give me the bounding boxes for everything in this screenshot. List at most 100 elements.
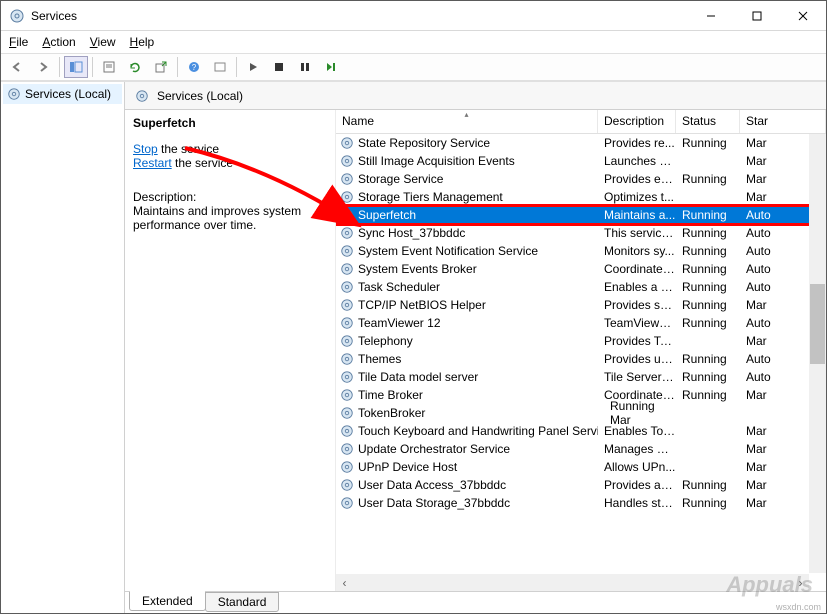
service-status: Running: [676, 226, 740, 240]
back-button[interactable]: [5, 56, 29, 78]
stop-service-button[interactable]: [267, 56, 291, 78]
toolbar-unknown-button[interactable]: [208, 56, 232, 78]
help-button[interactable]: ?: [182, 56, 206, 78]
service-row[interactable]: TeamViewer 12TeamViewer...RunningAuto: [336, 314, 826, 332]
service-status: Running: [676, 370, 740, 384]
maximize-button[interactable]: [734, 1, 780, 31]
service-desc: Manages W...: [598, 442, 676, 456]
service-status: Running: [676, 244, 740, 258]
restart-link[interactable]: Restart: [133, 156, 172, 170]
service-desc: Coordinates...: [598, 262, 676, 276]
service-row[interactable]: Storage Tiers ManagementOptimizes t...Ma…: [336, 188, 826, 206]
service-status: Running: [676, 298, 740, 312]
service-row[interactable]: System Event Notification ServiceMonitor…: [336, 242, 826, 260]
service-name: Superfetch: [358, 208, 416, 222]
service-name: Telephony: [358, 334, 413, 348]
restart-service-button[interactable]: [319, 56, 343, 78]
service-row[interactable]: Update Orchestrator ServiceManages W...M…: [336, 440, 826, 458]
minimize-button[interactable]: [688, 1, 734, 31]
scroll-right-icon[interactable]: ›: [792, 574, 809, 591]
gear-icon: [340, 208, 354, 222]
list-pane: Name▴ Description Status Star State Repo…: [335, 110, 826, 591]
export-button[interactable]: [149, 56, 173, 78]
gear-icon: [340, 244, 354, 258]
service-name: Still Image Acquisition Events: [358, 154, 515, 168]
gear-icon: [340, 496, 354, 510]
right-header-title: Services (Local): [157, 89, 243, 103]
col-name[interactable]: Name▴: [336, 110, 598, 133]
service-row[interactable]: Sync Host_37bbddcThis service ...Running…: [336, 224, 826, 242]
service-row[interactable]: Tile Data model serverTile Server f...Ru…: [336, 368, 826, 386]
service-row[interactable]: Touch Keyboard and Handwriting Panel Ser…: [336, 422, 826, 440]
service-row[interactable]: Still Image Acquisition EventsLaunches a…: [336, 152, 826, 170]
service-name: TeamViewer 12: [358, 316, 441, 330]
service-desc: This service ...: [598, 226, 676, 240]
service-name: TokenBroker: [358, 406, 425, 420]
service-status: Running: [604, 399, 668, 413]
menu-file[interactable]: File: [9, 35, 28, 49]
service-desc: TeamViewer...: [598, 316, 676, 330]
description-label: Description:: [133, 190, 327, 204]
col-startup[interactable]: Star: [740, 110, 826, 133]
vertical-scrollbar[interactable]: [809, 134, 826, 573]
scroll-thumb[interactable]: [810, 284, 825, 364]
tab-standard[interactable]: Standard: [205, 592, 280, 612]
gear-icon: [340, 442, 354, 456]
menu-help[interactable]: Help: [130, 35, 155, 49]
gear-icon: [7, 87, 21, 101]
service-name: Task Scheduler: [358, 280, 440, 294]
service-name: UPnP Device Host: [358, 460, 457, 474]
list-body[interactable]: State Repository ServiceProvides re...Ru…: [336, 134, 826, 591]
service-status: Running: [676, 208, 740, 222]
gear-icon: [340, 172, 354, 186]
services-window: Services File Action View Help ?: [0, 0, 827, 614]
tab-extended[interactable]: Extended: [129, 591, 206, 611]
col-description[interactable]: Description: [598, 110, 676, 133]
service-row[interactable]: TelephonyProvides Tel...Mar: [336, 332, 826, 350]
service-desc: Allows UPn...: [598, 460, 676, 474]
service-name: Time Broker: [358, 388, 423, 402]
menu-action[interactable]: Action: [42, 35, 75, 49]
service-row[interactable]: TokenBrokerRunningMar: [336, 404, 826, 422]
menu-view[interactable]: View: [90, 35, 116, 49]
service-name: State Repository Service: [358, 136, 490, 150]
gear-icon: [340, 190, 354, 204]
gear-icon: [340, 298, 354, 312]
service-row[interactable]: Time BrokerCoordinates...RunningMar: [336, 386, 826, 404]
start-service-button[interactable]: [241, 56, 265, 78]
close-button[interactable]: [780, 1, 826, 31]
gear-icon: [340, 154, 354, 168]
gear-icon: [340, 136, 354, 150]
refresh-button[interactable]: [123, 56, 147, 78]
properties-button[interactable]: [97, 56, 121, 78]
service-row[interactable]: State Repository ServiceProvides re...Ru…: [336, 134, 826, 152]
stop-link[interactable]: Stop: [133, 142, 158, 156]
service-desc: Provides Tel...: [598, 334, 676, 348]
service-row[interactable]: UPnP Device HostAllows UPn...Mar: [336, 458, 826, 476]
service-name: Storage Tiers Management: [358, 190, 503, 204]
col-status[interactable]: Status: [676, 110, 740, 133]
service-row[interactable]: Storage ServiceProvides en...RunningMar: [336, 170, 826, 188]
service-row[interactable]: User Data Access_37bbddcProvides ap...Ru…: [336, 476, 826, 494]
gear-icon: [340, 226, 354, 240]
service-row[interactable]: System Events BrokerCoordinates...Runnin…: [336, 260, 826, 278]
tree-root-item[interactable]: Services (Local): [3, 84, 122, 104]
service-row[interactable]: User Data Storage_37bbddcHandles sto...R…: [336, 494, 826, 512]
horizontal-scrollbar[interactable]: ‹›: [336, 574, 809, 591]
description-text: Maintains and improves system performanc…: [133, 204, 327, 232]
service-desc: Optimizes t...: [598, 190, 676, 204]
show-hide-tree-button[interactable]: [64, 56, 88, 78]
service-name: System Events Broker: [358, 262, 477, 276]
service-row[interactable]: ThemesProvides us...RunningAuto: [336, 350, 826, 368]
service-row[interactable]: Task SchedulerEnables a us...RunningAuto: [336, 278, 826, 296]
service-name: Tile Data model server: [358, 370, 478, 384]
window-title: Services: [31, 9, 688, 23]
forward-button[interactable]: [31, 56, 55, 78]
sort-indicator-icon: ▴: [464, 110, 468, 119]
pause-service-button[interactable]: [293, 56, 317, 78]
right-header: Services (Local): [125, 82, 826, 110]
service-row[interactable]: TCP/IP NetBIOS HelperProvides su...Runni…: [336, 296, 826, 314]
list-header: Name▴ Description Status Star: [336, 110, 826, 134]
scroll-left-icon[interactable]: ‹: [336, 574, 353, 591]
service-row[interactable]: SuperfetchMaintains a...RunningAuto: [336, 206, 826, 224]
